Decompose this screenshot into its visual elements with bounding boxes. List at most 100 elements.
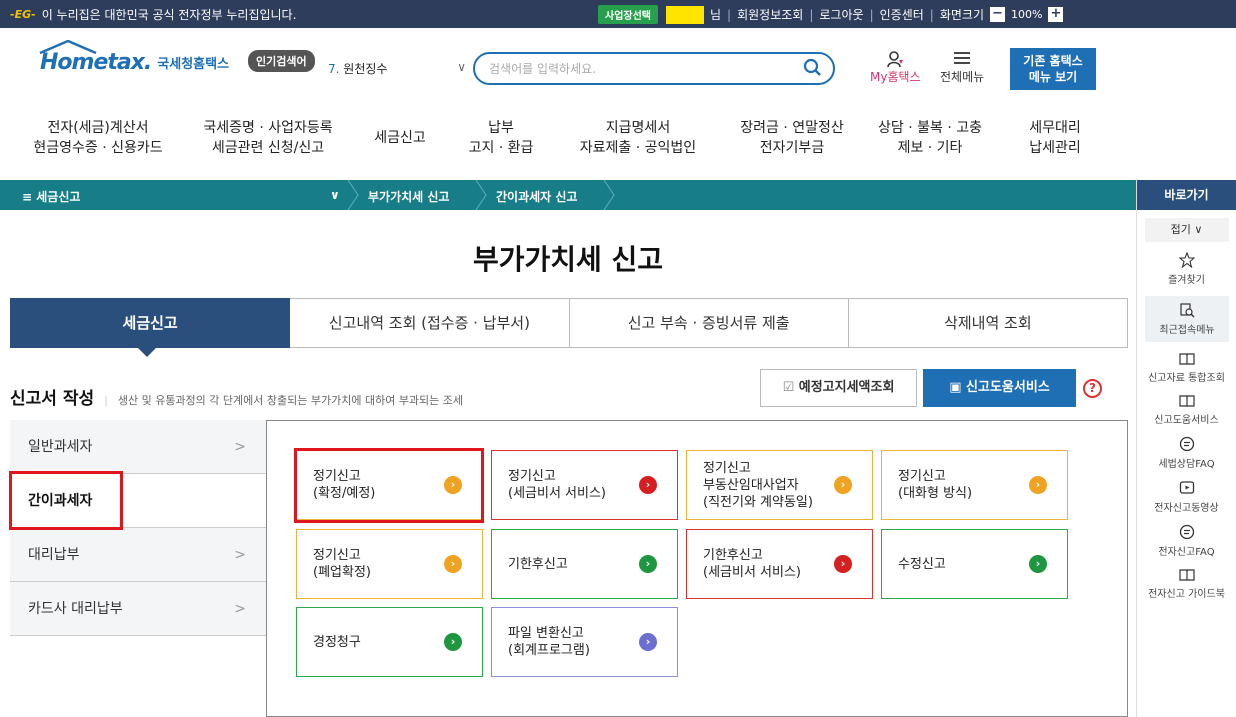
notice-label: 예정고지세액조회 [798, 380, 895, 395]
quick-recent-menu[interactable]: 최근접속메뉴 [1145, 296, 1229, 342]
my-hometax-label: My홈택스 [870, 70, 921, 84]
all-menu-button[interactable]: 전체메뉴 [940, 50, 984, 85]
card-regular-interactive[interactable]: 정기신고 (대화형 방식) › [881, 450, 1068, 520]
gnb-item-certificate[interactable]: 국세증명 · 사업자등록 세금관련 신청/신고 [188, 118, 348, 158]
breadcrumb-vat[interactable]: 부가가치세 신고 [368, 188, 449, 205]
help-label: 신고도움서비스 [966, 380, 1050, 395]
arrow-right-icon: › [834, 476, 852, 494]
arrow-right-icon: › [444, 633, 462, 651]
page-title: 부가가치세 신고 [472, 243, 664, 276]
tab-report-history[interactable]: 신고내역 조회 (접수증 · 납부서) [290, 298, 570, 348]
chevron-down-icon[interactable]: ∨ [330, 188, 340, 202]
search-placeholder: 검색어를 입력하세요. [489, 62, 596, 76]
quick-favorites[interactable]: 즐겨찾기 [1137, 252, 1236, 286]
gnb-line1: 상담 · 불복 · 고충 [878, 120, 982, 136]
card-label: 기한후신고 [703, 548, 763, 563]
logo-korean: 국세청홈택스 [157, 57, 230, 72]
quick-data-lookup[interactable]: 신고자료 통합조회 [1137, 352, 1236, 384]
zoom-in-button[interactable]: + [1048, 7, 1064, 22]
recent-search-icon [1180, 303, 1195, 318]
logout-link[interactable]: 로그아웃 [819, 6, 863, 23]
gnb-item-invoice[interactable]: 전자(세금)계산서 현금영수증 · 신용카드 [28, 118, 168, 158]
side-label: 카드사 대리납부 [28, 601, 123, 617]
card-amended-report[interactable]: 수정신고 › [881, 529, 1068, 599]
quick-guidebook[interactable]: 전자신고 가이드북 [1137, 568, 1236, 600]
card-label: 수정신고 [898, 556, 946, 572]
business-select-button[interactable]: 사업장선택 [598, 5, 658, 24]
zoom-out-button[interactable]: − [990, 7, 1005, 22]
checkbox-icon: ☑ [782, 380, 795, 395]
gnb-item-statement[interactable]: 지급명세서 자료제출 · 공익법인 [568, 118, 708, 158]
cert-center-link[interactable]: 인증센터 [880, 6, 924, 23]
card-sub: (세금비서 서비스) [508, 486, 606, 501]
card-regular-closure[interactable]: 정기신고 (폐업확정) › [296, 529, 483, 599]
gnb-line2: 제보 · 기타 [897, 140, 963, 156]
card-sub: (세금비서 서비스) [703, 565, 801, 580]
quick-label: 최근접속메뉴 [1159, 325, 1215, 336]
arrow-right-icon: › [444, 555, 462, 573]
screen-size-label: 화면크기 [939, 8, 984, 22]
gnb-item-consult[interactable]: 상담 · 불복 · 고충제보 · 기타 [868, 118, 992, 158]
search-icon[interactable] [803, 58, 823, 78]
gnb-line2: 납세관리 [1029, 140, 1081, 156]
star-icon [1178, 252, 1195, 268]
breadcrumb-simple-tax[interactable]: 간이과세자 신고 [496, 188, 577, 205]
book-icon: ▣ [949, 380, 962, 395]
card-late-tax-secretary[interactable]: 기한후신고 (세금비서 서비스) › [686, 529, 873, 599]
book-icon [1178, 395, 1195, 407]
my-hometax-button[interactable]: My홈택스 [870, 50, 921, 85]
gnb-line1: 납부 [488, 120, 514, 136]
breadcrumb-menu[interactable]: ≡ 세금신고 [22, 188, 80, 205]
card-late-report[interactable]: 기한후신고 › [491, 529, 678, 599]
gnb-line2: 현금영수증 · 신용카드 [33, 140, 163, 156]
arrow-right-icon: › [1029, 555, 1047, 573]
card-correction-claim[interactable]: 경정청구 › [296, 607, 483, 677]
card-regular-tax-secretary[interactable]: 정기신고 (세금비서 서비스) › [491, 450, 678, 520]
gnb-line2: 고지 · 환급 [468, 140, 534, 156]
book-icon [1178, 569, 1195, 581]
side-item-proxy[interactable]: 대리납부 > [10, 528, 266, 582]
old-hometax-button[interactable]: 기존 홈택스 메뉴 보기 [1010, 48, 1096, 90]
card-sub: (회계프로그램) [508, 643, 590, 658]
help-service-button[interactable]: ▣ 신고도움서비스 [923, 369, 1076, 407]
tab-attachment-submit[interactable]: 신고 부속 · 증빙서류 제출 [569, 298, 849, 348]
quick-help-service[interactable]: 신고도움서비스 [1137, 394, 1236, 426]
fold-button[interactable]: 접기 ∨ [1144, 218, 1229, 242]
card-regular-real-estate[interactable]: 정기신고 부동산임대사업자 (직전기와 계약동일) › [686, 450, 873, 520]
tab-tax-report[interactable]: 세금신고 [10, 298, 291, 357]
quick-links-panel: 바로가기 접기 ∨ 즐겨찾기 최근접속메뉴 신고자료 통합조회 신고도움서비스 … [1136, 180, 1236, 717]
hometax-logo[interactable]: Hometax. 국세청홈택스 [39, 40, 230, 75]
side-item-general[interactable]: 일반과세자 > [10, 420, 266, 474]
card-sub: 부동산임대사업자 [703, 477, 799, 493]
chat-icon [1179, 436, 1194, 452]
user-menu: 사업장선택 님 | 회원정보조회 | 로그아웃 | 인증센터 | 화면크기 − … [598, 5, 1064, 24]
help-question-icon[interactable]: ? [1083, 379, 1102, 398]
chat-icon [1179, 524, 1194, 540]
tab-list: 세금신고 신고내역 조회 (접수증 · 납부서) 신고 부속 · 증빙서류 제출… [10, 298, 1128, 357]
gnb-item-tax-agent[interactable]: 세무대리납세관리 [1010, 118, 1100, 158]
search-input[interactable]: 검색어를 입력하세요. [473, 52, 835, 85]
tab-deleted-history[interactable]: 삭제내역 조회 [848, 298, 1128, 348]
side-item-card-proxy[interactable]: 카드사 대리납부 > [10, 582, 266, 636]
arrow-right-icon: › [639, 555, 657, 573]
gnb-line1: 세무대리 [1029, 120, 1081, 136]
quick-efiling-faq[interactable]: 전자신고FAQ [1137, 524, 1236, 558]
card-file-conversion[interactable]: 파일 변환신고 (회계프로그램) › [491, 607, 678, 677]
quick-video[interactable]: 전자신고동영상 [1137, 480, 1236, 514]
section-heading: 신고서 작성 [10, 389, 95, 409]
gnb-line2: 세금관련 신청/신고 [211, 140, 325, 156]
popular-keyword-select[interactable]: 7. 원천징수 ∨ [328, 60, 466, 77]
gnb-item-payment[interactable]: 납부고지 · 환급 [446, 118, 556, 158]
quick-label: 신고도움서비스 [1154, 415, 1219, 426]
gnb-item-incentive[interactable]: 장려금 · 연말정산 전자기부금 [728, 118, 856, 158]
card-label: 정기신고 [508, 469, 556, 484]
site-header: Hometax. 국세청홈택스 인기검색어 7. 원천징수 ∨ 검색어를 입력하… [0, 28, 1236, 108]
card-label: 정기신고 [313, 548, 361, 563]
member-info-link[interactable]: 회원정보조회 [737, 6, 803, 23]
user-icon [887, 51, 904, 68]
estimated-notice-button[interactable]: ☑ 예정고지세액조회 [760, 369, 917, 407]
quick-tax-faq[interactable]: 세법상담FAQ [1137, 436, 1236, 470]
quick-label: 전자신고FAQ [1158, 547, 1215, 558]
gnb-item-tax-report[interactable]: 세금신고 [360, 128, 440, 148]
card-label: 경정청구 [313, 634, 361, 650]
